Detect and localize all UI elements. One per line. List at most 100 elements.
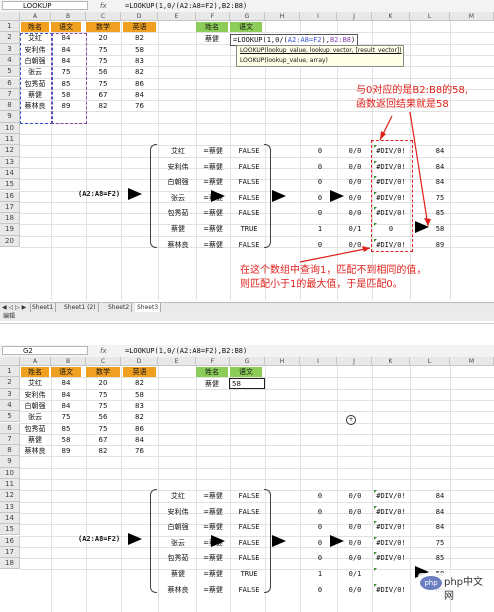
table-cell[interactable]: 82 bbox=[86, 446, 120, 456]
row-header-18[interactable]: 18 bbox=[0, 558, 20, 570]
table-cell[interactable]: 84 bbox=[51, 390, 81, 400]
diagram-val: 84 bbox=[435, 492, 445, 500]
row-header-3[interactable]: 3 bbox=[0, 388, 20, 400]
arrow-to-num-icon bbox=[272, 534, 286, 547]
col-header-a[interactable]: A bbox=[20, 357, 51, 366]
arrow-eq-icon bbox=[211, 534, 225, 547]
table-cell[interactable]: 75 bbox=[86, 401, 120, 411]
row-header-12[interactable]: 12 bbox=[0, 490, 20, 502]
error-indicator-icon bbox=[374, 552, 377, 556]
row-header-17[interactable]: 17 bbox=[0, 546, 20, 559]
bottom-header-chinese: 语文 bbox=[51, 367, 81, 377]
col-header-b[interactable]: B bbox=[51, 357, 86, 366]
table-cell[interactable]: 56 bbox=[86, 412, 120, 422]
range-label: (A2:A8=F2) bbox=[78, 534, 121, 543]
table-cell[interactable]: 58 bbox=[123, 390, 156, 400]
col-header-f[interactable]: F bbox=[196, 357, 230, 366]
sheet-tab-4[interactable]: Sheet3 bbox=[135, 303, 162, 312]
diagram-bool: FALSE bbox=[238, 585, 260, 594]
table-cell[interactable]: 包秀茹 bbox=[21, 424, 49, 434]
diagram-err: #DIV/0! bbox=[376, 585, 406, 594]
corner-cell[interactable] bbox=[0, 357, 20, 366]
col-header-c[interactable]: C bbox=[86, 357, 121, 366]
table-cell[interactable]: 84 bbox=[123, 435, 156, 445]
table-cell[interactable]: 89 bbox=[51, 446, 81, 456]
row-header-2[interactable]: 2 bbox=[0, 377, 20, 389]
diagram-name: 艾红 bbox=[171, 492, 185, 500]
table-cell[interactable]: 张云 bbox=[21, 412, 49, 422]
table-cell[interactable]: 75 bbox=[86, 424, 120, 434]
row-header-7[interactable]: 7 bbox=[0, 433, 20, 446]
result-cell-g2[interactable]: 58 bbox=[229, 378, 265, 389]
diagram-name: 白朝强 bbox=[167, 523, 189, 532]
fx-icon-bottom[interactable]: fx bbox=[100, 345, 107, 357]
table-cell[interactable]: 82 bbox=[123, 378, 156, 388]
table-cell[interactable]: 蔡健 bbox=[21, 435, 49, 445]
table-cell[interactable]: 83 bbox=[123, 401, 156, 411]
col-header-k[interactable]: K bbox=[372, 357, 410, 366]
row-header-5[interactable]: 5 bbox=[0, 411, 20, 423]
table-cell[interactable]: 20 bbox=[86, 378, 120, 388]
sheet-tab-bar: ◀ ◁ ▷ ▶ Sheet1 Sheet1 (2) Sheet2 Sheet3 bbox=[0, 302, 494, 312]
table-cell[interactable]: 安利伟 bbox=[21, 390, 49, 400]
row-header-11[interactable]: 11 bbox=[0, 479, 20, 491]
table-cell[interactable]: 82 bbox=[123, 412, 156, 422]
table-cell[interactable]: 85 bbox=[51, 424, 81, 434]
error-indicator-icon bbox=[374, 521, 377, 525]
table-cell[interactable]: 84 bbox=[51, 378, 81, 388]
row-header-10[interactable]: 10 bbox=[0, 467, 20, 479]
sheet-tab-3[interactable]: Sheet2 bbox=[106, 303, 133, 312]
diagram-bool: FALSE bbox=[238, 523, 260, 532]
col-header-g[interactable]: G bbox=[230, 357, 265, 366]
bottom-lookup-name-cell[interactable]: 蔡健 bbox=[196, 379, 228, 389]
row-header-8[interactable]: 8 bbox=[0, 445, 20, 457]
col-header-h[interactable]: H bbox=[265, 357, 300, 366]
diagram-eq: =蔡健 bbox=[203, 554, 223, 563]
table-cell[interactable]: 58 bbox=[51, 435, 81, 445]
row-header-14[interactable]: 14 bbox=[0, 512, 20, 525]
diagram-eq: =蔡健 bbox=[203, 585, 223, 594]
sheet-tab-1[interactable]: Sheet1 bbox=[30, 303, 57, 312]
grid-col-line bbox=[121, 366, 122, 612]
formula-input-bottom[interactable]: =LOOKUP(1,0/(A2:A8=F2),B2:B8) bbox=[125, 345, 247, 357]
table-cell[interactable]: 84 bbox=[51, 401, 81, 411]
table-cell[interactable]: 76 bbox=[123, 446, 156, 456]
row-header-9[interactable]: 9 bbox=[0, 456, 20, 468]
row-header-6[interactable]: 6 bbox=[0, 422, 20, 434]
col-header-l[interactable]: L bbox=[410, 357, 450, 366]
row-header-13[interactable]: 13 bbox=[0, 501, 20, 513]
bottom-header-math: 数学 bbox=[86, 367, 120, 377]
table-cell[interactable]: 艾红 bbox=[21, 378, 49, 388]
col-header-d[interactable]: D bbox=[121, 357, 158, 366]
col-header-i[interactable]: I bbox=[300, 357, 337, 366]
col-header-e[interactable]: E bbox=[158, 357, 196, 366]
col-header-j[interactable]: J bbox=[337, 357, 372, 366]
row-header-16[interactable]: 16 bbox=[0, 535, 20, 547]
sheet-nav-arrows[interactable]: ◀ ◁ ▷ ▶ bbox=[0, 303, 31, 312]
error-indicator-icon bbox=[374, 505, 377, 509]
bottom-lookup-header-chinese: 语文 bbox=[230, 367, 262, 377]
row-header-15[interactable]: 15 bbox=[0, 524, 20, 536]
diagram-div: 0/0 bbox=[348, 585, 362, 594]
grid-row-line bbox=[20, 456, 494, 458]
name-box-bottom[interactable]: G2 bbox=[2, 346, 88, 355]
highlight-result-range bbox=[371, 140, 413, 252]
table-cell[interactable]: 75 bbox=[51, 412, 81, 422]
diagram-div: 0/1 bbox=[348, 570, 362, 578]
sheet-tab-2[interactable]: Sheet1 (2) bbox=[62, 303, 99, 312]
grid-col-line bbox=[196, 366, 197, 612]
table-cell[interactable]: 75 bbox=[86, 390, 120, 400]
diagram-div: 0/0 bbox=[348, 492, 362, 500]
table-cell[interactable]: 白朝强 bbox=[21, 401, 49, 411]
table-cell[interactable]: 86 bbox=[123, 424, 156, 434]
error-indicator-icon bbox=[374, 568, 377, 571]
diagram-name: 张云 bbox=[171, 538, 185, 547]
row-header-1[interactable]: 1 bbox=[0, 366, 20, 378]
row-header-4[interactable]: 4 bbox=[0, 399, 20, 412]
diagram-num: 0 bbox=[317, 523, 323, 532]
table-cell[interactable]: 67 bbox=[86, 435, 120, 445]
col-header-m[interactable]: M bbox=[450, 357, 494, 366]
table-cell[interactable]: 蔡林良 bbox=[21, 446, 49, 456]
diagram-err: #DIV/0! bbox=[376, 507, 406, 516]
bottom-header-name: 姓名 bbox=[21, 367, 49, 377]
